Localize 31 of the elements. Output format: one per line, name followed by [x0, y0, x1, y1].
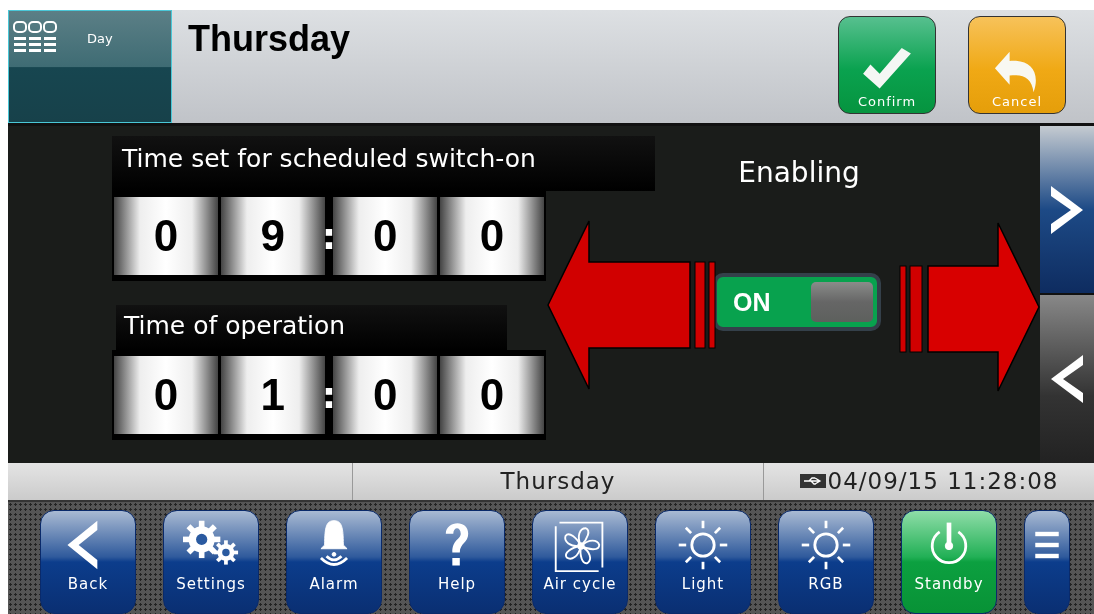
status-day: Thursday: [500, 468, 616, 495]
time-input[interactable]: 0 1 : 0 0: [112, 350, 546, 441]
digit-wheel: 0: [114, 356, 218, 435]
confirm-button[interactable]: Confirm: [838, 16, 936, 114]
next-button[interactable]: [1040, 126, 1094, 294]
day-view-button[interactable]: Day: [8, 10, 172, 124]
fan-button[interactable]: Air cycle: [532, 510, 628, 614]
usb-icon: [799, 474, 826, 489]
back-button[interactable]: Back: [40, 510, 136, 614]
digit-wheel: 9: [220, 197, 325, 276]
grid-icon: [13, 21, 57, 55]
field-label: Time set for scheduled switch-on: [112, 136, 655, 192]
digit-wheel: 0: [114, 197, 218, 276]
digit-wheel: 0: [440, 197, 545, 276]
digit-wheel: 0: [440, 356, 545, 435]
menu-button[interactable]: [1024, 510, 1070, 614]
page-title: Thursday: [187, 17, 352, 61]
field-label: Time of operation: [116, 305, 507, 351]
light-button[interactable]: Light: [655, 510, 751, 614]
previous-button[interactable]: [1040, 295, 1094, 463]
power-button[interactable]: Standby: [901, 510, 997, 614]
digit-wheel: 0: [333, 356, 438, 435]
enabling-label: Enabling: [738, 156, 860, 190]
time-input[interactable]: 0 9 : 0 0: [112, 191, 546, 282]
help-button[interactable]: Help: [409, 510, 505, 614]
digit-wheel: 0: [333, 197, 438, 276]
settings-button[interactable]: Settings: [163, 510, 259, 614]
status-datetime: 04/09/15 11:28:08: [827, 468, 1059, 495]
digit-wheel: 1: [220, 356, 325, 435]
alarm-button[interactable]: Alarm: [286, 510, 382, 614]
light-button[interactable]: RGB: [778, 510, 874, 614]
